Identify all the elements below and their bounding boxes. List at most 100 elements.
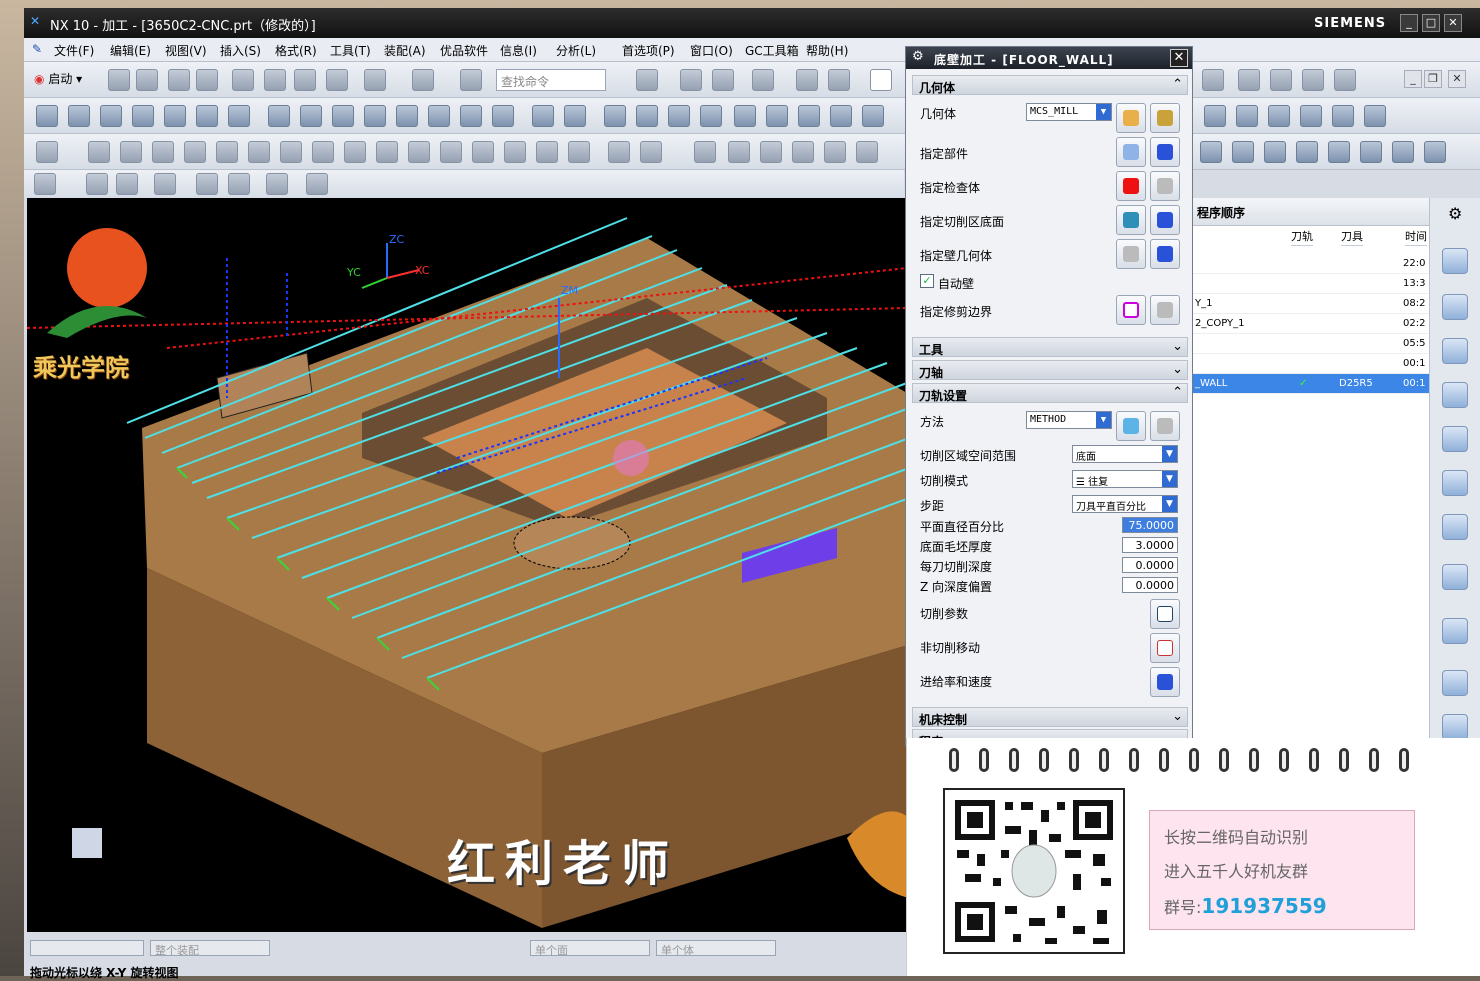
toolbar-icon[interactable] bbox=[766, 105, 788, 127]
info-icon[interactable] bbox=[1442, 564, 1468, 590]
resource-icon[interactable] bbox=[1442, 426, 1468, 452]
toolbar-icon[interactable] bbox=[196, 173, 218, 195]
toolbar-icon[interactable] bbox=[228, 173, 250, 195]
toolbar-icon[interactable] bbox=[1296, 141, 1318, 163]
type-filter-select[interactable] bbox=[30, 940, 144, 956]
toolbar-icon[interactable] bbox=[1392, 141, 1414, 163]
show-wall-button[interactable] bbox=[1150, 239, 1180, 269]
toolbar-icon[interactable] bbox=[1232, 141, 1254, 163]
toolbar-icon[interactable] bbox=[504, 141, 526, 163]
toolbar-icon[interactable] bbox=[228, 105, 250, 127]
toolbar-icon[interactable] bbox=[668, 105, 690, 127]
section-machine-control[interactable]: 机床控制 ⌄ bbox=[912, 707, 1188, 727]
fit-view-icon[interactable] bbox=[636, 69, 658, 91]
toolbar-icon[interactable] bbox=[798, 105, 820, 127]
toolbar-icon[interactable] bbox=[608, 141, 630, 163]
toolbar-icon[interactable] bbox=[640, 141, 662, 163]
feeds-speeds-button[interactable] bbox=[1150, 667, 1180, 697]
table-row[interactable]: 22:0 bbox=[1193, 254, 1429, 274]
table-row[interactable]: 00:1 bbox=[1193, 354, 1429, 374]
section-tool-axis[interactable]: 刀轴 ⌄ bbox=[912, 360, 1188, 380]
toolbar-icon[interactable] bbox=[1302, 69, 1324, 91]
specify-wall-button[interactable] bbox=[1116, 239, 1146, 269]
menu-icon[interactable]: ✎ bbox=[32, 42, 42, 56]
edit-geometry-button[interactable] bbox=[1150, 103, 1180, 133]
assembly-filter-select[interactable]: 整个装配 bbox=[150, 940, 270, 957]
toolbar-icon[interactable] bbox=[734, 105, 756, 127]
toolbar-icon[interactable] bbox=[312, 141, 334, 163]
toolbar-icon[interactable] bbox=[1264, 141, 1286, 163]
specify-part-button[interactable] bbox=[1116, 137, 1146, 167]
resource-icon[interactable] bbox=[1442, 470, 1468, 496]
update-icon[interactable] bbox=[412, 69, 434, 91]
toolbar-icon[interactable] bbox=[1200, 141, 1222, 163]
toolbar-icon[interactable] bbox=[300, 105, 322, 127]
doc-minimize-button[interactable]: _ bbox=[1404, 70, 1422, 88]
menu-preferences[interactable]: 首选项(P) bbox=[622, 42, 675, 59]
toolbar-icon[interactable] bbox=[472, 141, 494, 163]
open-icon[interactable] bbox=[136, 69, 158, 91]
stepover-select[interactable]: 刀具平直百分比 ▼ bbox=[1072, 495, 1178, 513]
table-row[interactable]: 05:5 bbox=[1193, 334, 1429, 354]
toolbar-icon[interactable] bbox=[164, 105, 186, 127]
menu-tools[interactable]: 工具(T) bbox=[330, 42, 371, 59]
toolbar-icon[interactable] bbox=[824, 141, 846, 163]
toolbar-icon[interactable] bbox=[396, 105, 418, 127]
new-icon[interactable] bbox=[108, 69, 130, 91]
toolbar-icon[interactable] bbox=[86, 173, 108, 195]
toolbar-icon[interactable] bbox=[100, 105, 122, 127]
toolbar-icon[interactable] bbox=[36, 105, 58, 127]
layer-box-icon[interactable] bbox=[870, 69, 892, 91]
undo-icon[interactable] bbox=[364, 69, 386, 91]
flat-diameter-input[interactable]: 75.0000 bbox=[1122, 517, 1178, 533]
toolbar-icon[interactable] bbox=[280, 141, 302, 163]
table-row[interactable]: 13:3 bbox=[1193, 274, 1429, 294]
toolbar-icon[interactable] bbox=[196, 105, 218, 127]
doc-close-button[interactable]: ✕ bbox=[1448, 70, 1466, 88]
command-search-input[interactable]: 查找命令 bbox=[496, 69, 606, 91]
toolbar-icon[interactable] bbox=[440, 141, 462, 163]
dialog-close-button[interactable]: ✕ bbox=[1170, 49, 1188, 67]
table-row[interactable]: 2_COPY_1 02:2 bbox=[1193, 314, 1429, 334]
table-row[interactable]: Y_1 08:2 bbox=[1193, 294, 1429, 314]
toolbar-icon[interactable] bbox=[332, 105, 354, 127]
toolbar-icon[interactable] bbox=[636, 105, 658, 127]
close-window-button[interactable]: ✕ bbox=[1444, 14, 1462, 32]
render-style-icon[interactable] bbox=[712, 69, 734, 91]
toolbar-icon[interactable] bbox=[460, 105, 482, 127]
toolbar-icon[interactable] bbox=[532, 105, 554, 127]
resource-icon[interactable] bbox=[1442, 294, 1468, 320]
menu-youpin[interactable]: 优品软件 bbox=[440, 42, 488, 59]
toolbar-icon[interactable] bbox=[344, 141, 366, 163]
resource-icon[interactable] bbox=[1442, 514, 1468, 540]
resource-icon[interactable] bbox=[1442, 714, 1468, 740]
toolbar-icon[interactable] bbox=[408, 141, 430, 163]
show-trim-button[interactable] bbox=[1150, 295, 1180, 325]
doc-restore-button[interactable]: ❐ bbox=[1424, 70, 1442, 88]
clock-icon[interactable] bbox=[1442, 670, 1468, 696]
toolbar-icon[interactable] bbox=[1268, 105, 1290, 127]
toolbar-icon[interactable] bbox=[1236, 105, 1258, 127]
print-icon[interactable] bbox=[196, 69, 218, 91]
toolbar-icon[interactable] bbox=[760, 141, 782, 163]
graphics-viewport[interactable]: ZC YC XC ZM 乘光学院 红利老师 bbox=[27, 198, 909, 932]
toolbar-icon[interactable] bbox=[1334, 69, 1356, 91]
minimize-button[interactable]: _ bbox=[1400, 14, 1418, 32]
face-filter-select[interactable]: 单个面 bbox=[530, 940, 650, 957]
menu-help[interactable]: 帮助(H) bbox=[806, 42, 848, 59]
new-geometry-button[interactable] bbox=[1116, 103, 1146, 133]
geometry-select[interactable]: MCS_MILL ▼ bbox=[1026, 103, 1112, 121]
shaded-icon[interactable] bbox=[752, 69, 774, 91]
cut-pattern-select[interactable]: ☰ 往复 ▼ bbox=[1072, 470, 1178, 488]
non-cut-moves-button[interactable] bbox=[1150, 633, 1180, 663]
toolbar-icon[interactable] bbox=[568, 141, 590, 163]
toolbar-icon[interactable] bbox=[1204, 105, 1226, 127]
toolbar-icon[interactable] bbox=[34, 173, 56, 195]
auto-wall-checkbox[interactable]: ✓ bbox=[920, 274, 934, 288]
dialog-gear-icon[interactable]: ⚙ bbox=[912, 49, 924, 64]
start-menu-button[interactable]: ◉ 启动 ▾ bbox=[34, 70, 82, 87]
menu-insert[interactable]: 插入(S) bbox=[220, 42, 261, 59]
toolbar-icon[interactable] bbox=[88, 141, 110, 163]
menu-file[interactable]: 文件(F) bbox=[54, 42, 94, 59]
toolbar-icon[interactable] bbox=[1328, 141, 1350, 163]
